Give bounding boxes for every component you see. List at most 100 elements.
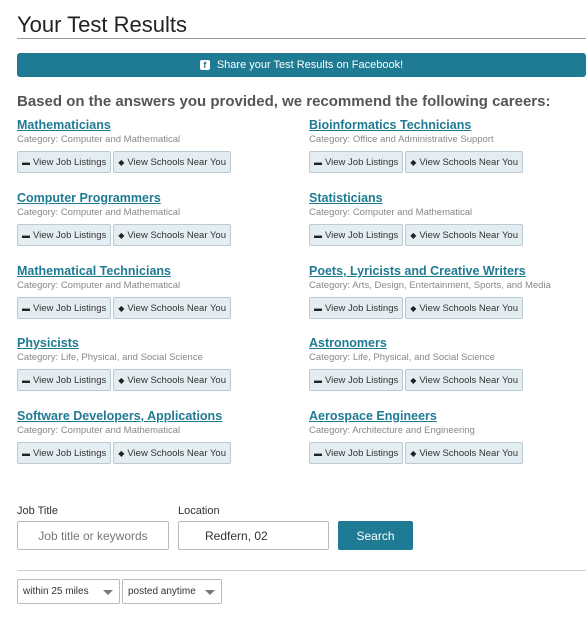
graduation-cap-icon: ◆ (118, 303, 125, 313)
graduation-cap-icon: ◆ (118, 230, 125, 240)
career-title-link[interactable]: Astronomers (309, 336, 579, 350)
briefcase-icon: ▬ (314, 303, 322, 313)
briefcase-icon: ▬ (314, 230, 322, 240)
career-card: Physicists Category: Life, Physical, and … (17, 336, 287, 391)
graduation-cap-icon: ◆ (118, 375, 125, 385)
view-job-listings-button[interactable]: ▬ View Job Listings (309, 442, 404, 464)
career-actions: ▬ View Job Listings ◆ View Schools Near You (309, 224, 579, 246)
career-card: Software Developers, Applications Categor… (17, 409, 287, 464)
career-actions: ▬ View Job Listings ◆ View Schools Near You (17, 151, 287, 173)
career-title-link[interactable]: Computer Programmers (17, 191, 287, 205)
view-schools-button[interactable]: ◆ View Schools Near You (405, 297, 523, 319)
career-category: Category: Life, Physical, and Social Sci… (17, 352, 203, 363)
view-schools-label: View Schools Near You (127, 156, 226, 168)
filters-divider (17, 570, 586, 571)
career-actions: ▬ View Job Listings ◆ View Schools Near You (309, 151, 579, 173)
view-schools-button[interactable]: ◆ View Schools Near You (113, 151, 231, 173)
distance-select[interactable]: within 25 miles (17, 579, 120, 604)
location-input[interactable] (178, 521, 329, 550)
career-actions: ▬ View Job Listings ◆ View Schools Near You (309, 442, 579, 464)
view-job-listings-label: View Job Listings (33, 302, 107, 314)
posted-select-value: posted anytime (128, 586, 196, 597)
briefcase-icon: ▬ (22, 448, 30, 458)
view-schools-button[interactable]: ◆ View Schools Near You (405, 224, 523, 246)
career-title-link[interactable]: Mathematicians (17, 118, 287, 132)
facebook-icon: f (199, 60, 210, 70)
view-job-listings-button[interactable]: ▬ View Job Listings (17, 297, 112, 319)
view-job-listings-label: View Job Listings (325, 374, 399, 386)
career-title-link[interactable]: Aerospace Engineers (309, 409, 579, 423)
briefcase-icon: ▬ (22, 157, 30, 167)
career-card: Computer Programmers Category: Computer a… (17, 191, 287, 246)
view-job-listings-button[interactable]: ▬ View Job Listings (309, 369, 404, 391)
career-actions: ▬ View Job Listings ◆ View Schools Near You (17, 369, 287, 391)
view-job-listings-button[interactable]: ▬ View Job Listings (17, 442, 112, 464)
career-title-link[interactable]: Mathematical Technicians (17, 264, 287, 278)
career-title-link[interactable]: Physicists (17, 336, 287, 350)
briefcase-icon: ▬ (314, 448, 322, 458)
briefcase-icon: ▬ (314, 157, 322, 167)
job-title-input[interactable] (17, 521, 169, 550)
career-title-link[interactable]: Poets, Lyricists and Creative Writers (309, 264, 579, 278)
career-actions: ▬ View Job Listings ◆ View Schools Near You (17, 442, 287, 464)
career-card: Mathematicians Category: Computer and Mat… (17, 118, 287, 173)
location-label: Location (178, 505, 220, 517)
distance-select-value: within 25 miles (23, 586, 89, 597)
view-schools-button[interactable]: ◆ View Schools Near You (405, 151, 523, 173)
career-card: Astronomers Category: Life, Physical, and… (309, 336, 579, 391)
briefcase-icon: ▬ (22, 303, 30, 313)
career-title-link[interactable]: Bioinformatics Technicians (309, 118, 579, 132)
view-job-listings-button[interactable]: ▬ View Job Listings (309, 224, 404, 246)
career-actions: ▬ View Job Listings ◆ View Schools Near You (309, 369, 579, 391)
view-job-listings-label: View Job Listings (33, 156, 107, 168)
view-schools-button[interactable]: ◆ View Schools Near You (113, 224, 231, 246)
posted-select[interactable]: posted anytime (122, 579, 222, 604)
briefcase-icon: ▬ (22, 375, 30, 385)
graduation-cap-icon: ◆ (410, 157, 417, 167)
recommendation-intro: Based on the answers you provided, we re… (17, 93, 551, 110)
view-schools-label: View Schools Near You (127, 229, 226, 241)
share-facebook-label: Share your Test Results on Facebook! (216, 59, 404, 71)
view-job-listings-button[interactable]: ▬ View Job Listings (17, 151, 112, 173)
career-category: Category: Computer and Mathematical (17, 134, 181, 145)
view-schools-button[interactable]: ◆ View Schools Near You (405, 369, 523, 391)
career-card: Mathematical Technicians Category: Comput… (17, 264, 287, 319)
view-schools-label: View Schools Near You (419, 302, 518, 314)
career-card: Aerospace Engineers Category: Architectur… (309, 409, 579, 464)
view-schools-label: View Schools Near You (127, 302, 226, 314)
graduation-cap-icon: ◆ (410, 448, 417, 458)
search-button[interactable]: Search (338, 521, 413, 550)
view-job-listings-button[interactable]: ▬ View Job Listings (17, 224, 112, 246)
career-category: Category: Computer and Mathematical (309, 207, 473, 218)
view-job-listings-label: View Job Listings (325, 229, 399, 241)
briefcase-icon: ▬ (22, 230, 30, 240)
share-facebook-button[interactable]: f Share your Test Results on Facebook! (17, 53, 586, 77)
career-title-link[interactable]: Software Developers, Applications (17, 409, 287, 423)
career-category: Category: Arts, Design, Entertainment, S… (309, 280, 551, 291)
view-schools-button[interactable]: ◆ View Schools Near You (405, 442, 523, 464)
career-card: Poets, Lyricists and Creative Writers Cat… (309, 264, 579, 319)
career-actions: ▬ View Job Listings ◆ View Schools Near You (309, 297, 579, 319)
career-actions: ▬ View Job Listings ◆ View Schools Near You (17, 297, 287, 319)
view-job-listings-label: View Job Listings (33, 229, 107, 241)
view-schools-label: View Schools Near You (419, 447, 518, 459)
career-category: Category: Life, Physical, and Social Sci… (309, 352, 495, 363)
view-job-listings-button[interactable]: ▬ View Job Listings (309, 151, 404, 173)
graduation-cap-icon: ◆ (410, 230, 417, 240)
job-title-label: Job Title (17, 505, 58, 517)
view-schools-button[interactable]: ◆ View Schools Near You (113, 297, 231, 319)
career-card: Statisticians Category: Computer and Math… (309, 191, 579, 246)
view-job-listings-label: View Job Listings (325, 302, 399, 314)
title-divider (17, 38, 586, 39)
view-job-listings-button[interactable]: ▬ View Job Listings (17, 369, 112, 391)
view-schools-label: View Schools Near You (419, 156, 518, 168)
graduation-cap-icon: ◆ (118, 157, 125, 167)
career-category: Category: Computer and Mathematical (17, 207, 181, 218)
view-schools-button[interactable]: ◆ View Schools Near You (113, 369, 231, 391)
view-schools-button[interactable]: ◆ View Schools Near You (113, 442, 231, 464)
view-job-listings-button[interactable]: ▬ View Job Listings (309, 297, 404, 319)
chevron-down-icon (103, 590, 113, 595)
chevron-down-icon (205, 590, 215, 595)
view-job-listings-label: View Job Listings (325, 156, 399, 168)
career-title-link[interactable]: Statisticians (309, 191, 579, 205)
